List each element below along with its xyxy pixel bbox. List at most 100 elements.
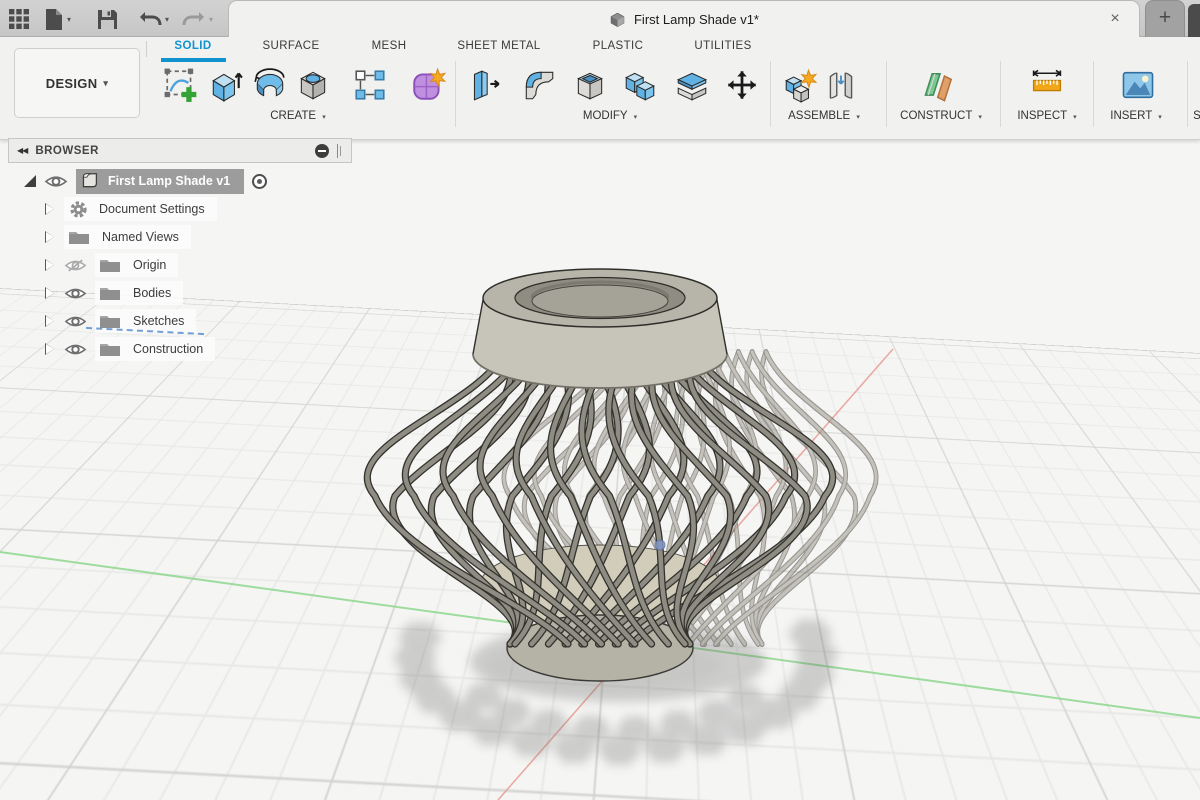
- tab-plastic[interactable]: PLASTIC: [585, 40, 651, 58]
- folder-icon: [68, 229, 90, 245]
- divider: [1093, 61, 1094, 127]
- hide-all-icon[interactable]: [315, 144, 329, 158]
- eye-icon[interactable]: [64, 286, 87, 301]
- inspect-group-label[interactable]: INSPECT ▾: [1017, 110, 1076, 122]
- save-button[interactable]: [97, 7, 118, 31]
- redo-button[interactable]: ▾: [182, 7, 213, 31]
- document-tab[interactable]: First Lamp Shade v1* ×: [228, 0, 1140, 37]
- root-selection-chip[interactable]: First Lamp Shade v1: [76, 169, 244, 194]
- revolve-icon: [252, 67, 288, 103]
- tree-label: Bodies: [133, 286, 171, 300]
- revolve-button[interactable]: [248, 62, 292, 108]
- document-title: First Lamp Shade v1*: [634, 12, 759, 27]
- extrude-icon: [208, 67, 244, 103]
- inspect-group-caret: ▾: [1073, 114, 1077, 121]
- eye-icon[interactable]: [44, 174, 68, 189]
- eye-icon[interactable]: [64, 314, 87, 329]
- tab-surface[interactable]: SURFACE: [255, 40, 327, 58]
- create-form-button[interactable]: [406, 62, 450, 108]
- eye-off-icon[interactable]: [64, 258, 87, 273]
- measure-button[interactable]: [1025, 62, 1069, 108]
- divider: [886, 61, 887, 127]
- hole-button[interactable]: [291, 62, 335, 108]
- new-component-button[interactable]: [778, 62, 822, 108]
- extrude-button[interactable]: [204, 62, 248, 108]
- tree-row-document-settings[interactable]: Document Settings: [46, 196, 217, 222]
- assemble-group-label[interactable]: ASSEMBLE ▾: [788, 110, 860, 122]
- eye-icon[interactable]: [64, 342, 87, 357]
- press-pull-icon: [466, 67, 502, 103]
- construct-group-label[interactable]: CONSTRUCT ▾: [900, 110, 982, 122]
- new-tab-button[interactable]: +: [1145, 0, 1185, 37]
- joint-origin-point[interactable]: [655, 540, 665, 550]
- measure-icon: [1028, 66, 1066, 104]
- collapsed-arrow-icon[interactable]: [46, 204, 54, 214]
- modify-group-caret: ▾: [634, 114, 638, 121]
- joint-button[interactable]: [819, 62, 863, 108]
- tree-row-named-views[interactable]: Named Views: [46, 224, 191, 250]
- create-group-label[interactable]: CREATE ▾: [270, 110, 326, 122]
- combine-icon: [622, 67, 658, 103]
- gear-icon: [68, 199, 89, 220]
- tab-sheet-metal[interactable]: SHEET METAL: [450, 40, 548, 58]
- folder-icon: [99, 313, 121, 329]
- divider: [1000, 61, 1001, 127]
- folder-icon: [99, 341, 121, 357]
- tree-row-origin[interactable]: Origin: [46, 252, 178, 278]
- tree-row-root[interactable]: First Lamp Shade v1: [24, 168, 267, 194]
- background-tab[interactable]: [1188, 4, 1200, 37]
- close-tab-icon[interactable]: ×: [1105, 9, 1125, 29]
- workspace-caret: ▾: [103, 78, 108, 89]
- workspace-selector[interactable]: DESIGN ▾: [14, 48, 140, 118]
- document-cube-icon: [609, 11, 626, 28]
- tree-label: Named Views: [102, 230, 179, 244]
- collapsed-arrow-icon[interactable]: [46, 232, 54, 242]
- construction-plane-button[interactable]: [918, 62, 962, 108]
- create-group-text: CREATE: [270, 110, 316, 122]
- tree-row-construction[interactable]: Construction: [46, 336, 215, 362]
- rectangular-pattern-button[interactable]: [348, 62, 392, 108]
- activate-component-radio[interactable]: [252, 174, 267, 189]
- create-sketch-icon: [163, 67, 199, 103]
- folder-icon: [99, 285, 121, 301]
- collapsed-arrow-icon[interactable]: [46, 344, 54, 354]
- fusion360-window: ▾ ▾ ▾ First Lamp Shade v1* × + DESIGN: [0, 0, 1200, 800]
- canvas-image-button[interactable]: [1116, 62, 1160, 108]
- select-group-text: S: [1193, 110, 1200, 122]
- create-sketch-button[interactable]: [159, 62, 203, 108]
- app-grid-icon[interactable]: [8, 7, 30, 31]
- insert-group-text: INSERT: [1110, 110, 1152, 122]
- shell-button[interactable]: [568, 62, 612, 108]
- file-menu-button[interactable]: ▾: [44, 7, 71, 31]
- divider: [1187, 61, 1188, 127]
- tab-mesh[interactable]: MESH: [362, 40, 416, 58]
- collapse-panel-icon[interactable]: ◀◀: [17, 146, 27, 155]
- folder-icon: [99, 257, 121, 273]
- select-group-label-partial[interactable]: S: [1193, 110, 1200, 122]
- undo-button[interactable]: ▾: [138, 7, 169, 31]
- tab-solid[interactable]: SOLID: [160, 40, 226, 58]
- new-component-icon: [782, 67, 818, 103]
- undo-caret[interactable]: ▾: [165, 15, 169, 24]
- move-copy-button[interactable]: [720, 62, 764, 108]
- collapsed-arrow-icon[interactable]: [46, 316, 54, 326]
- tree-row-bodies[interactable]: Bodies: [46, 280, 183, 306]
- browser-header[interactable]: ◀◀ BROWSER: [8, 138, 352, 163]
- panel-grip[interactable]: [337, 144, 338, 158]
- insert-group-label[interactable]: INSERT ▾: [1110, 110, 1161, 122]
- modify-group-text: MODIFY: [583, 110, 628, 122]
- construct-group-text: CONSTRUCT: [900, 110, 972, 122]
- collapsed-arrow-icon[interactable]: [46, 260, 54, 270]
- tab-utilities[interactable]: UTILITIES: [688, 40, 758, 58]
- expand-arrow-icon[interactable]: [24, 175, 36, 187]
- fillet-button[interactable]: [517, 62, 561, 108]
- joint-icon: [823, 67, 859, 103]
- fillet-icon: [521, 67, 557, 103]
- collapsed-arrow-icon[interactable]: [46, 288, 54, 298]
- root-label: First Lamp Shade v1: [108, 174, 230, 188]
- press-pull-button[interactable]: [462, 62, 506, 108]
- combine-button[interactable]: [618, 62, 662, 108]
- split-body-button[interactable]: [670, 62, 714, 108]
- modify-group-label[interactable]: MODIFY ▾: [583, 110, 637, 122]
- divider: [770, 61, 771, 127]
